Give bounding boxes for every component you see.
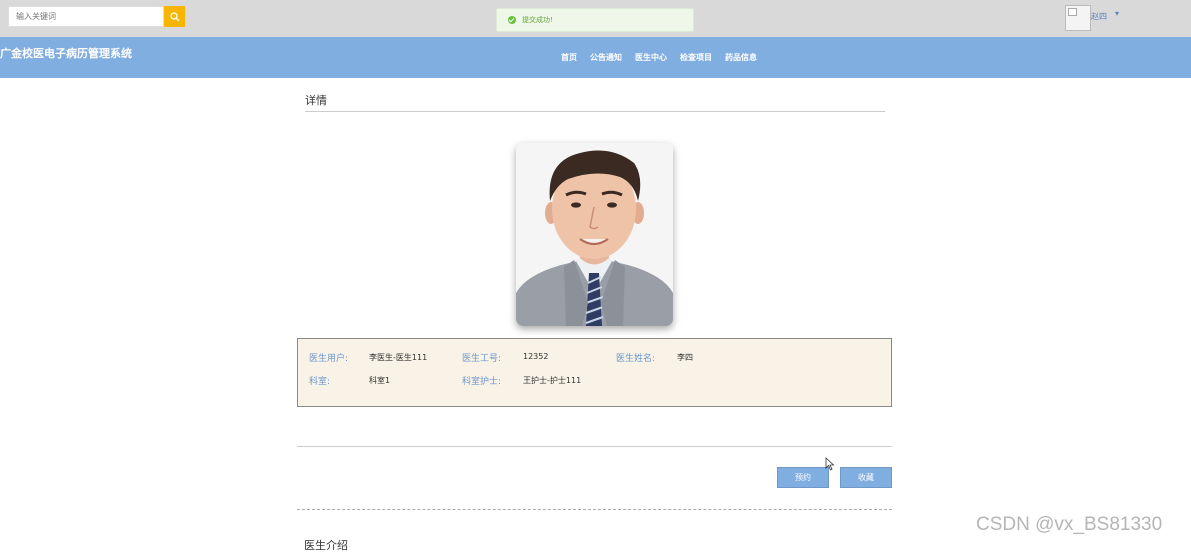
- book-button[interactable]: 预约: [777, 467, 829, 488]
- nav-item-announcements[interactable]: 公告通知: [590, 52, 622, 63]
- title-divider: [305, 111, 885, 112]
- nav-item-exam-items[interactable]: 检查项目: [680, 52, 712, 63]
- success-toast: 提交成功!: [496, 8, 694, 32]
- nav-item-drug-info[interactable]: 药品信息: [725, 52, 757, 63]
- department-label: 科室:: [309, 377, 331, 387]
- watermark: CSDN @vx_BS81330: [976, 514, 1163, 535]
- nav-bar: 广金校医电子病历管理系统 首页 公告通知 医生中心 检查项目 药品信息: [0, 37, 1191, 78]
- nurse-label: 科室护士:: [462, 377, 502, 387]
- nav-item-home[interactable]: 首页: [561, 52, 577, 63]
- doctor-info-panel: 医生用户: 李医生-医生111 医生工号: 12352 医生姓名: 李四 科室:…: [297, 338, 892, 407]
- department-value: 科室1: [369, 376, 391, 385]
- search-icon: [169, 11, 179, 21]
- doctor-account-value: 李医生-医生111: [369, 353, 428, 362]
- toast-message: 提交成功!: [522, 16, 553, 24]
- search-button[interactable]: [164, 6, 185, 27]
- doctor-name-label: 医生姓名:: [616, 354, 656, 364]
- mouse-pointer-icon: [825, 457, 835, 471]
- doctor-id-value: 12352: [523, 352, 549, 361]
- nav-item-doctor-center[interactable]: 医生中心: [635, 52, 667, 63]
- doctor-intro-title: 医生介绍: [304, 539, 348, 552]
- search-input[interactable]: [8, 6, 164, 27]
- main-nav: 首页 公告通知 医生中心 检查项目 药品信息: [561, 52, 757, 63]
- doctor-photo: [516, 143, 673, 326]
- dashed-divider: [297, 509, 892, 510]
- check-circle-icon: [508, 16, 516, 24]
- doctor-account-label: 医生用户:: [309, 354, 349, 364]
- user-name-link[interactable]: 赵四: [1091, 11, 1107, 22]
- site-title: 广金校医电子病历管理系统: [0, 47, 132, 60]
- page-title: 详情: [305, 94, 327, 107]
- doctor-id-label: 医生工号:: [462, 354, 502, 364]
- chevron-down-icon[interactable]: ▾: [1115, 9, 1119, 18]
- top-bar: 提交成功! 赵四 ▾: [0, 0, 1191, 37]
- avatar[interactable]: [1065, 5, 1091, 31]
- divider: [297, 446, 892, 447]
- nurse-value: 王护士-护士111: [523, 376, 582, 385]
- favorite-button[interactable]: 收藏: [840, 467, 892, 488]
- doctor-name-value: 李四: [677, 353, 693, 362]
